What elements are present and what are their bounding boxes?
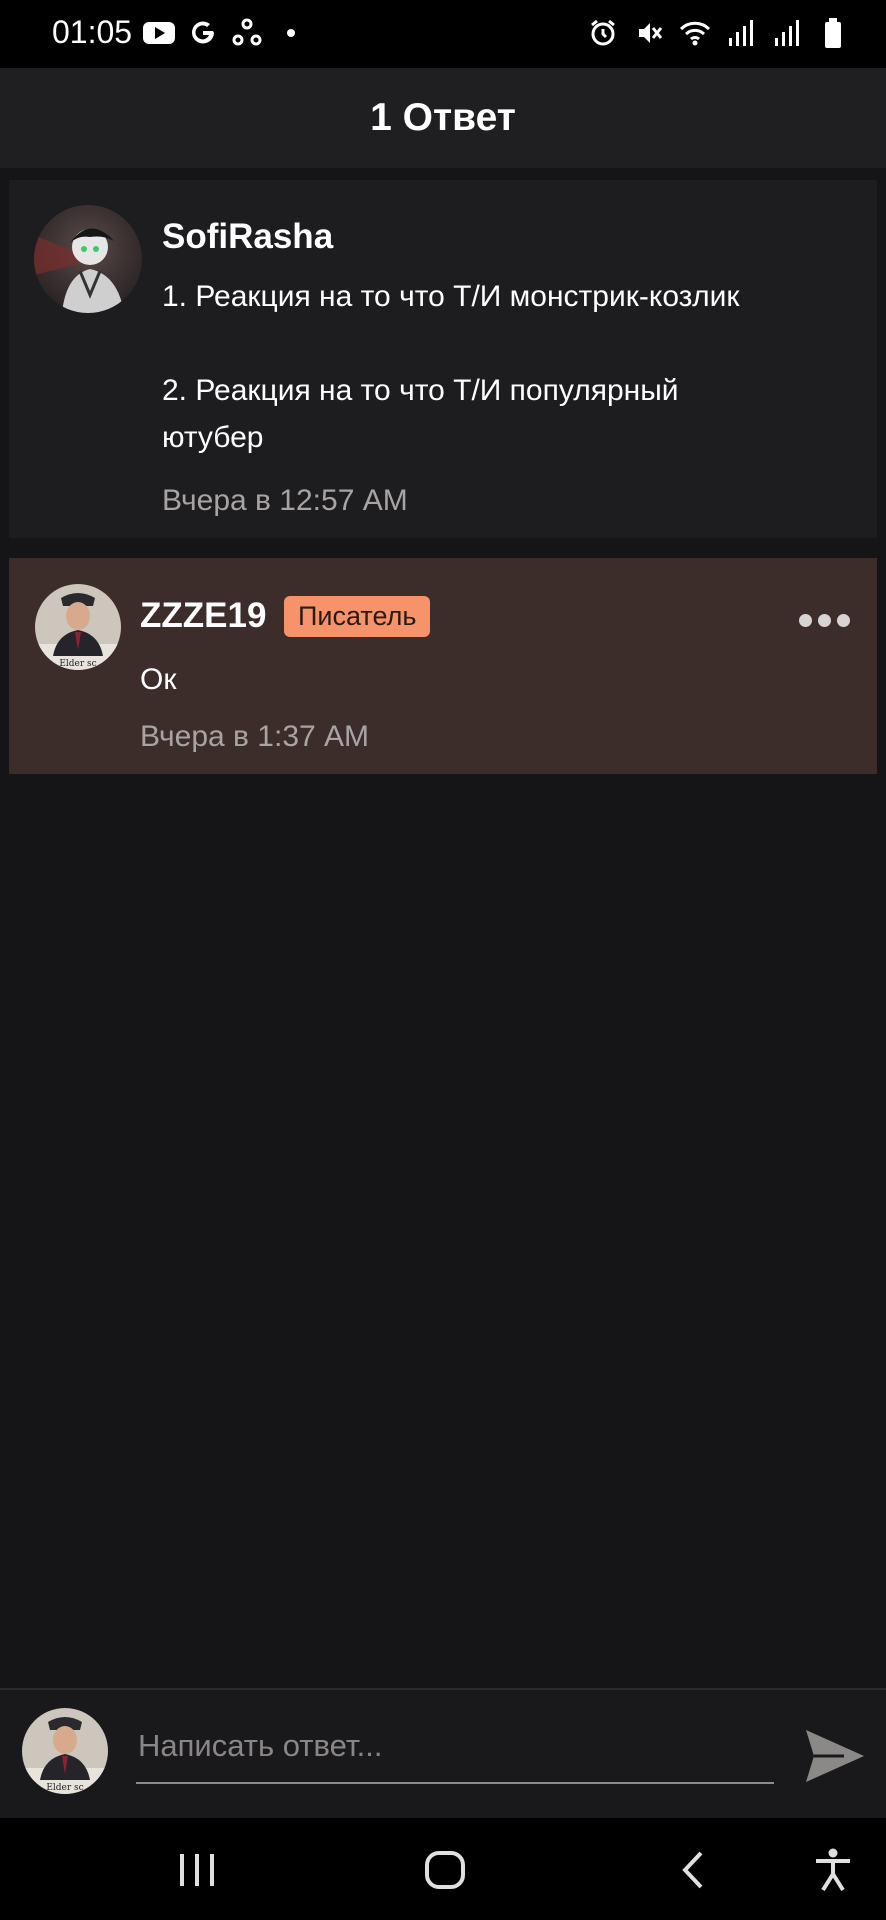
home-icon <box>425 1851 465 1889</box>
reply-comment: Elder sc ZZZE19 Писатель Ок Вчера в 1:37… <box>9 558 877 774</box>
page-header: 1 Ответ <box>0 68 886 168</box>
home-button[interactable] <box>420 1848 470 1892</box>
avatar[interactable] <box>34 205 142 313</box>
recent-apps-icon <box>180 1854 214 1886</box>
avatar-caption: Elder sc <box>46 1783 83 1793</box>
notification-dot-icon <box>274 16 308 50</box>
accessibility-button[interactable] <box>808 1848 858 1892</box>
more-dot-icon <box>837 613 850 627</box>
avatar[interactable]: Elder sc <box>35 584 121 670</box>
system-nav-bar <box>0 1818 886 1920</box>
signal-icon-2 <box>770 16 804 50</box>
reply-username[interactable]: ZZZE19 <box>140 596 266 636</box>
comment-text: 1. Реакция на то что Т/И монстрик-козлик… <box>162 280 740 454</box>
writer-badge: Писатель <box>284 596 431 637</box>
mute-icon <box>632 16 666 50</box>
recent-apps-button[interactable] <box>172 1848 222 1892</box>
more-dot-icon <box>818 613 831 627</box>
accessibility-icon <box>816 1848 850 1892</box>
comment-timestamp: Вчера в 12:57 AM <box>162 484 408 517</box>
page-title: 1 Ответ <box>370 96 516 139</box>
more-dot-icon <box>799 613 812 627</box>
back-icon <box>682 1851 703 1889</box>
send-icon <box>806 1730 864 1782</box>
compose-bar: Elder sc <box>0 1688 886 1818</box>
youtube-icon <box>142 16 176 50</box>
more-options-button[interactable] <box>799 608 855 632</box>
reply-text: Ок <box>140 663 177 696</box>
status-time: 01:05 <box>52 14 133 50</box>
alarm-icon <box>586 16 620 50</box>
send-button[interactable] <box>804 1726 866 1786</box>
reply-timestamp: Вчера в 1:37 AM <box>140 720 370 753</box>
original-comment: SofiRasha 1. Реакция на то что Т/И монст… <box>9 180 877 538</box>
signal-icon-1 <box>724 16 758 50</box>
battery-icon <box>816 16 850 50</box>
google-icon <box>186 16 220 50</box>
current-user-avatar: Elder sc <box>22 1708 108 1794</box>
wifi-icon <box>678 16 712 50</box>
comment-username[interactable]: SofiRasha <box>162 217 333 257</box>
avatar-caption: Elder sc <box>59 659 96 669</box>
status-bar: 01:05 <box>0 0 886 68</box>
reply-input[interactable] <box>136 1710 774 1784</box>
back-button[interactable] <box>668 1848 718 1892</box>
share-it-icon <box>230 16 264 50</box>
